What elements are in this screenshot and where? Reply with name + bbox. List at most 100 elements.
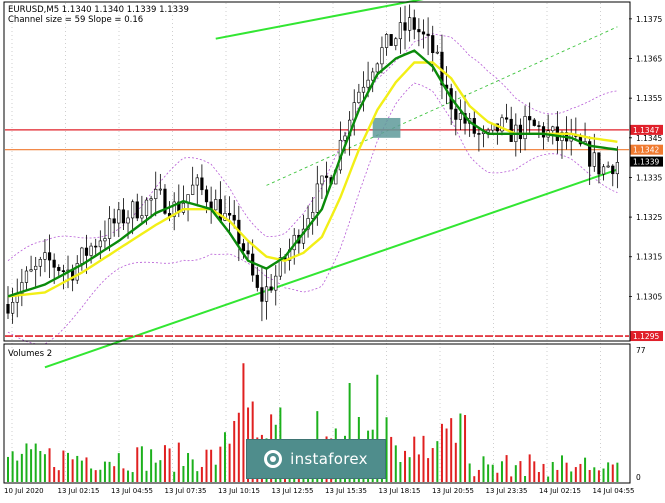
candle-body — [103, 238, 107, 242]
volume-tick-label: 0 — [636, 473, 641, 482]
candle-body — [191, 184, 195, 195]
candle-body — [551, 126, 555, 132]
x-tick-label: 14 Jul 02:15 — [539, 487, 581, 495]
candle-body — [611, 165, 615, 175]
x-tick-label: 10 Jul 2020 — [4, 487, 44, 495]
channel-info: Channel size = 59 Slope = 0.16 — [8, 15, 143, 25]
candle-body — [251, 253, 255, 276]
candle-body — [52, 259, 56, 268]
y-tick-label: 1.1345 — [636, 134, 662, 143]
candle-body — [154, 189, 158, 199]
candle-body — [361, 86, 366, 93]
x-tick-label: 13 Jul 15:35 — [325, 487, 367, 495]
candle-body — [218, 199, 222, 221]
candle-body — [227, 212, 232, 216]
logo-text: instaforex — [290, 450, 368, 468]
y-tick-label: 1.1325 — [636, 213, 662, 222]
candle-body — [537, 125, 541, 127]
instaforex-logo: instaforex — [246, 439, 386, 479]
candle-body — [140, 215, 144, 219]
candle-body — [47, 252, 52, 261]
candle-body — [606, 165, 610, 168]
candle-body — [121, 209, 126, 224]
candle-body — [274, 275, 278, 291]
signal-highlight-box — [372, 117, 401, 138]
candle-body — [144, 199, 149, 216]
candle-body — [315, 183, 319, 213]
price-level-label: 1.1339 — [633, 158, 659, 167]
candle-body — [246, 250, 250, 255]
candle-body — [597, 152, 601, 175]
chart-background — [0, 0, 665, 499]
candle-body — [532, 119, 536, 126]
candle-body — [384, 34, 389, 48]
candle-body — [38, 259, 42, 267]
candle-body — [398, 22, 403, 40]
price-level-label: 1.1295 — [633, 332, 659, 341]
y-tick-label: 1.1335 — [636, 173, 662, 182]
x-tick-label: 13 Jul 18:15 — [379, 487, 421, 495]
candle-body — [131, 201, 135, 219]
candle-body — [269, 286, 273, 291]
candle-body — [504, 117, 509, 120]
x-tick-label: 13 Jul 10:15 — [218, 487, 260, 495]
candle-body — [394, 38, 398, 46]
y-tick-label: 1.1375 — [636, 15, 662, 24]
candle-body — [94, 245, 98, 248]
chart-svg: 1.13471.13421.13391.1295 10 Jul 2020 13 J… — [0, 0, 665, 499]
candle-body — [34, 265, 38, 270]
x-tick-label: 13 Jul 20:55 — [432, 487, 474, 495]
candle-body — [518, 124, 523, 140]
x-tick-label: 13 Jul 23:35 — [486, 487, 528, 495]
candle-body — [24, 270, 29, 283]
candle-body — [98, 240, 102, 248]
candle-body — [255, 274, 259, 288]
candle-body — [343, 135, 347, 141]
volume-panel-title: Volumes 2 — [8, 349, 52, 359]
candle-body — [403, 22, 407, 31]
candle-body — [29, 269, 33, 272]
y-tick-label: 1.1315 — [636, 253, 662, 262]
y-tick-label: 1.1305 — [636, 292, 662, 301]
candle-body — [112, 218, 116, 224]
candle-body — [61, 270, 65, 272]
candle-body — [592, 152, 596, 167]
candle-body — [380, 47, 384, 65]
candle-body — [357, 91, 361, 103]
candle-body — [615, 162, 619, 175]
x-tick-label: 14 Jul 04:55 — [593, 487, 635, 495]
candle-body — [412, 17, 416, 30]
candle-body — [426, 33, 430, 36]
candle-body — [200, 177, 204, 191]
candle-body — [435, 51, 439, 54]
candle-body — [11, 301, 15, 314]
candle-body — [232, 214, 236, 221]
candle-body — [541, 126, 546, 138]
candle-body — [320, 175, 324, 185]
volume-tick-label: 77 — [636, 346, 646, 355]
candle-body — [523, 116, 527, 140]
y-tick-label: 1.1355 — [636, 94, 662, 103]
candle-body — [311, 212, 315, 219]
candle-body — [126, 217, 130, 224]
logo-mark-icon — [264, 450, 283, 468]
x-tick-label: 13 Jul 12:55 — [272, 487, 314, 495]
candle-body — [214, 199, 218, 211]
candle-body — [601, 166, 606, 175]
candle-body — [149, 198, 153, 201]
candle-body — [389, 34, 393, 46]
x-tick-label: 13 Jul 07:35 — [165, 487, 207, 495]
candle-body — [366, 79, 370, 88]
highlight-box — [372, 117, 401, 138]
x-tick-label: 13 Jul 04:55 — [111, 487, 153, 495]
candle-body — [454, 108, 458, 120]
candle-body — [89, 245, 93, 256]
candle-body — [477, 133, 481, 135]
chart-root: 1.1347 1.1342 1.1339 1.1295 10 Jul 2020 13 J… — [0, 0, 665, 499]
candle-body — [6, 304, 10, 314]
candle-body — [260, 287, 264, 302]
candle-body — [43, 252, 47, 260]
candle-body — [375, 63, 379, 73]
y-tick-label: 1.1365 — [636, 55, 662, 64]
candle-body — [431, 35, 435, 54]
